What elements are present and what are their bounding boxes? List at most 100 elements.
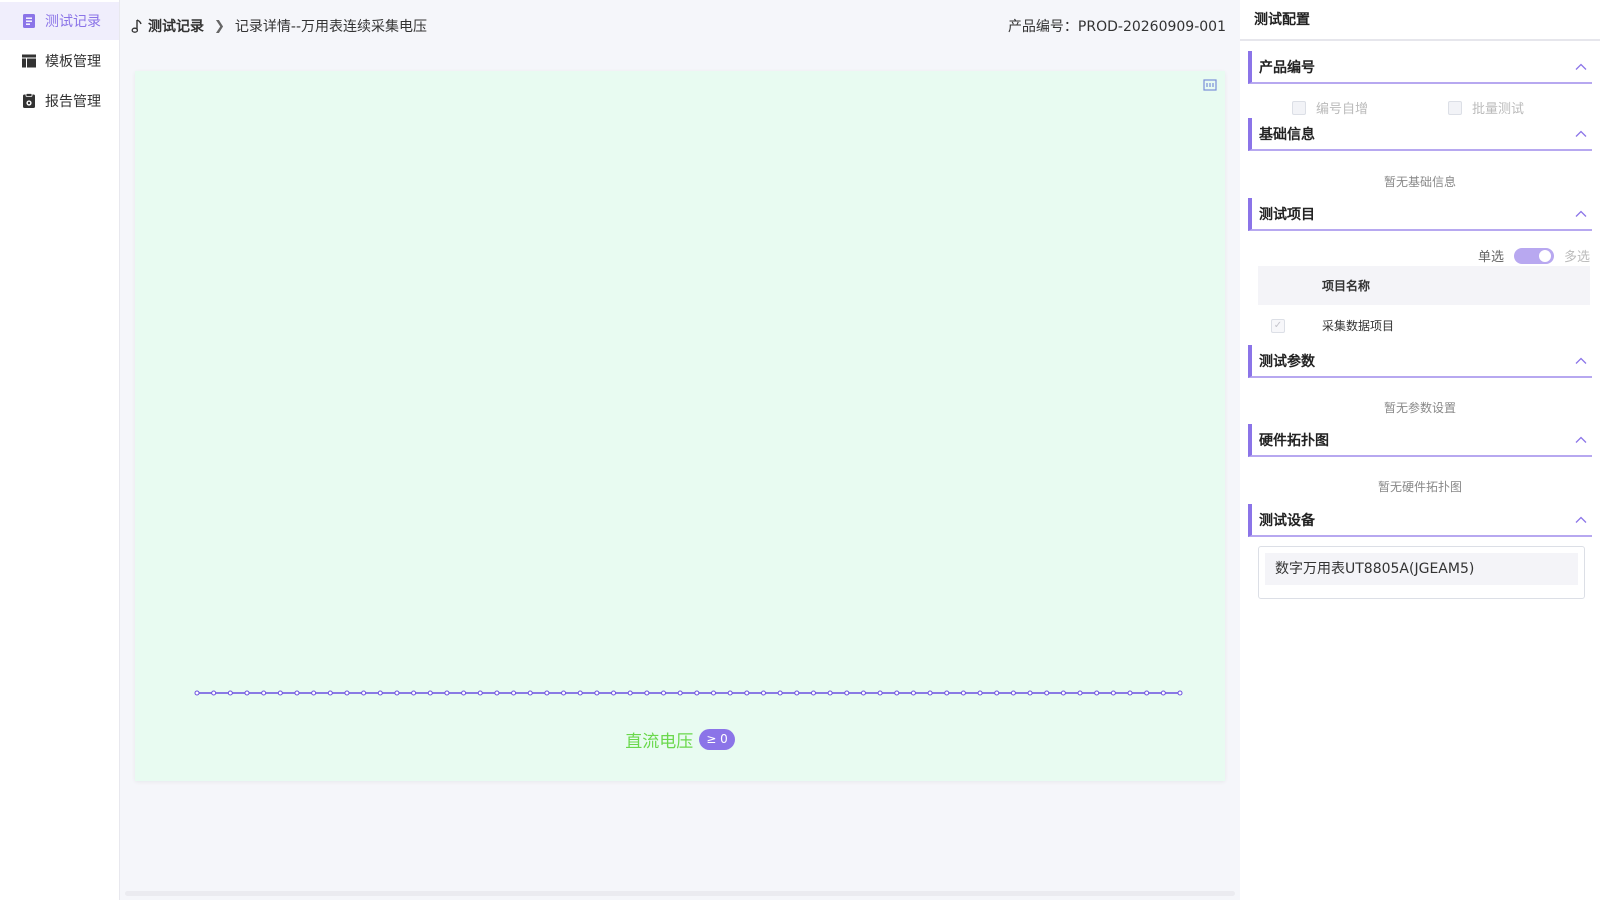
x-axis-label: 直流电压 <box>625 732 694 752</box>
data-point[interactable] <box>710 690 716 696</box>
data-point[interactable] <box>277 690 283 696</box>
range-badge: ≥ 0 <box>699 729 735 750</box>
data-point[interactable] <box>511 690 517 696</box>
data-point[interactable] <box>1044 690 1050 696</box>
data-point[interactable] <box>561 690 567 696</box>
data-point[interactable] <box>477 690 483 696</box>
sidebar-item-label: 模板管理 <box>45 54 101 70</box>
data-point[interactable] <box>977 690 983 696</box>
data-point[interactable] <box>627 690 633 696</box>
chevron-up-icon[interactable] <box>1574 60 1588 74</box>
data-point[interactable] <box>577 690 583 696</box>
config-panel: 测试配置 产品编号 编号自增 批量测试 基础信息 暂无基础信息 测试项目 单选 … <box>1240 0 1600 900</box>
batch-test-checkbox[interactable]: 批量测试 <box>1448 98 1524 117</box>
data-point[interactable] <box>411 690 417 696</box>
basic-empty-text: 暂无基础信息 <box>1383 175 1456 189</box>
data-point[interactable] <box>1127 690 1133 696</box>
template-icon <box>22 54 36 68</box>
checkmark-icon[interactable]: ✓ <box>1271 318 1285 333</box>
toggle-knob <box>1538 249 1551 262</box>
data-point[interactable] <box>794 690 800 696</box>
data-point[interactable] <box>344 690 350 696</box>
data-point[interactable] <box>311 690 317 696</box>
data-point[interactable] <box>810 690 816 696</box>
data-point[interactable] <box>361 690 367 696</box>
data-point[interactable] <box>261 690 267 696</box>
data-point[interactable] <box>1177 690 1183 696</box>
data-point[interactable] <box>744 690 750 696</box>
section-params[interactable]: 测试参数 <box>1248 345 1592 378</box>
data-point[interactable] <box>394 690 400 696</box>
data-point[interactable] <box>760 690 766 696</box>
data-point[interactable] <box>661 690 667 696</box>
section-product[interactable]: 产品编号 <box>1248 51 1592 84</box>
table-row[interactable]: ✓ 采集数据项目 <box>1258 305 1590 345</box>
breadcrumb-current: 记录详情--万用表连续采集电压 <box>234 19 428 35</box>
sidebar-item-templates[interactable]: 模板管理 <box>0 42 119 80</box>
data-point[interactable] <box>494 690 500 696</box>
data-point[interactable] <box>1077 690 1083 696</box>
section-topology[interactable]: 硬件拓扑图 <box>1248 424 1592 457</box>
chevron-up-icon[interactable] <box>1574 207 1588 221</box>
data-point[interactable] <box>827 690 833 696</box>
panel-title: 测试配置 <box>1240 0 1600 41</box>
params-empty-text: 暂无参数设置 <box>1383 401 1456 415</box>
table-header: 项目名称 <box>1258 266 1590 305</box>
data-point[interactable] <box>960 690 966 696</box>
data-point[interactable] <box>844 690 850 696</box>
data-point[interactable] <box>227 690 233 696</box>
data-point[interactable] <box>1160 690 1166 696</box>
data-point[interactable] <box>894 690 900 696</box>
section-items[interactable]: 测试项目 <box>1248 198 1592 231</box>
data-point[interactable] <box>860 690 866 696</box>
data-point[interactable] <box>677 690 683 696</box>
horizontal-scrollbar[interactable] <box>125 891 1235 896</box>
data-point[interactable] <box>1060 690 1066 696</box>
breadcrumb-root[interactable]: 测试记录 <box>148 16 204 36</box>
data-point[interactable] <box>294 690 300 696</box>
data-point[interactable] <box>211 690 217 696</box>
data-point[interactable] <box>994 690 1000 696</box>
data-point[interactable] <box>461 690 467 696</box>
data-point[interactable] <box>944 690 950 696</box>
data-view-icon[interactable] <box>1203 78 1217 92</box>
selection-mode-toggle[interactable] <box>1513 247 1554 264</box>
data-point[interactable] <box>427 690 433 696</box>
data-point[interactable] <box>727 690 733 696</box>
data-point[interactable] <box>777 690 783 696</box>
chevron-up-icon[interactable] <box>1574 513 1588 527</box>
checkbox-label: 批量测试 <box>1472 102 1525 117</box>
section-devices[interactable]: 测试设备 <box>1248 504 1592 537</box>
data-point[interactable] <box>1144 690 1150 696</box>
data-point[interactable] <box>594 690 600 696</box>
data-point[interactable] <box>527 690 533 696</box>
data-point[interactable] <box>1027 690 1033 696</box>
chevron-up-icon[interactable] <box>1574 433 1588 447</box>
checkbox-icon[interactable] <box>1292 100 1306 115</box>
data-point[interactable] <box>1010 690 1016 696</box>
section-basic[interactable]: 基础信息 <box>1248 118 1592 151</box>
data-point[interactable] <box>327 690 333 696</box>
chevron-up-icon[interactable] <box>1574 354 1588 368</box>
sidebar-item-test-records[interactable]: 测试记录 <box>0 2 119 40</box>
data-point[interactable] <box>444 690 450 696</box>
data-point[interactable] <box>1110 690 1116 696</box>
data-point[interactable] <box>877 690 883 696</box>
data-point[interactable] <box>611 690 617 696</box>
data-point[interactable] <box>644 690 650 696</box>
data-point[interactable] <box>377 690 383 696</box>
section-title: 基础信息 <box>1259 126 1315 143</box>
item-name: 采集数据项目 <box>1322 318 1395 333</box>
data-point[interactable] <box>194 690 200 696</box>
data-point[interactable] <box>544 690 550 696</box>
data-point[interactable] <box>694 690 700 696</box>
sidebar-item-reports[interactable]: 报告管理 <box>0 82 119 120</box>
device-item[interactable]: 数字万用表UT8805A(JGEAM5) <box>1265 553 1578 585</box>
checkbox-icon[interactable] <box>1448 100 1462 115</box>
auto-increment-checkbox[interactable]: 编号自增 <box>1292 98 1368 117</box>
data-point[interactable] <box>244 690 250 696</box>
data-point[interactable] <box>910 690 916 696</box>
chevron-up-icon[interactable] <box>1574 127 1588 141</box>
data-point[interactable] <box>1094 690 1100 696</box>
data-point[interactable] <box>927 690 933 696</box>
